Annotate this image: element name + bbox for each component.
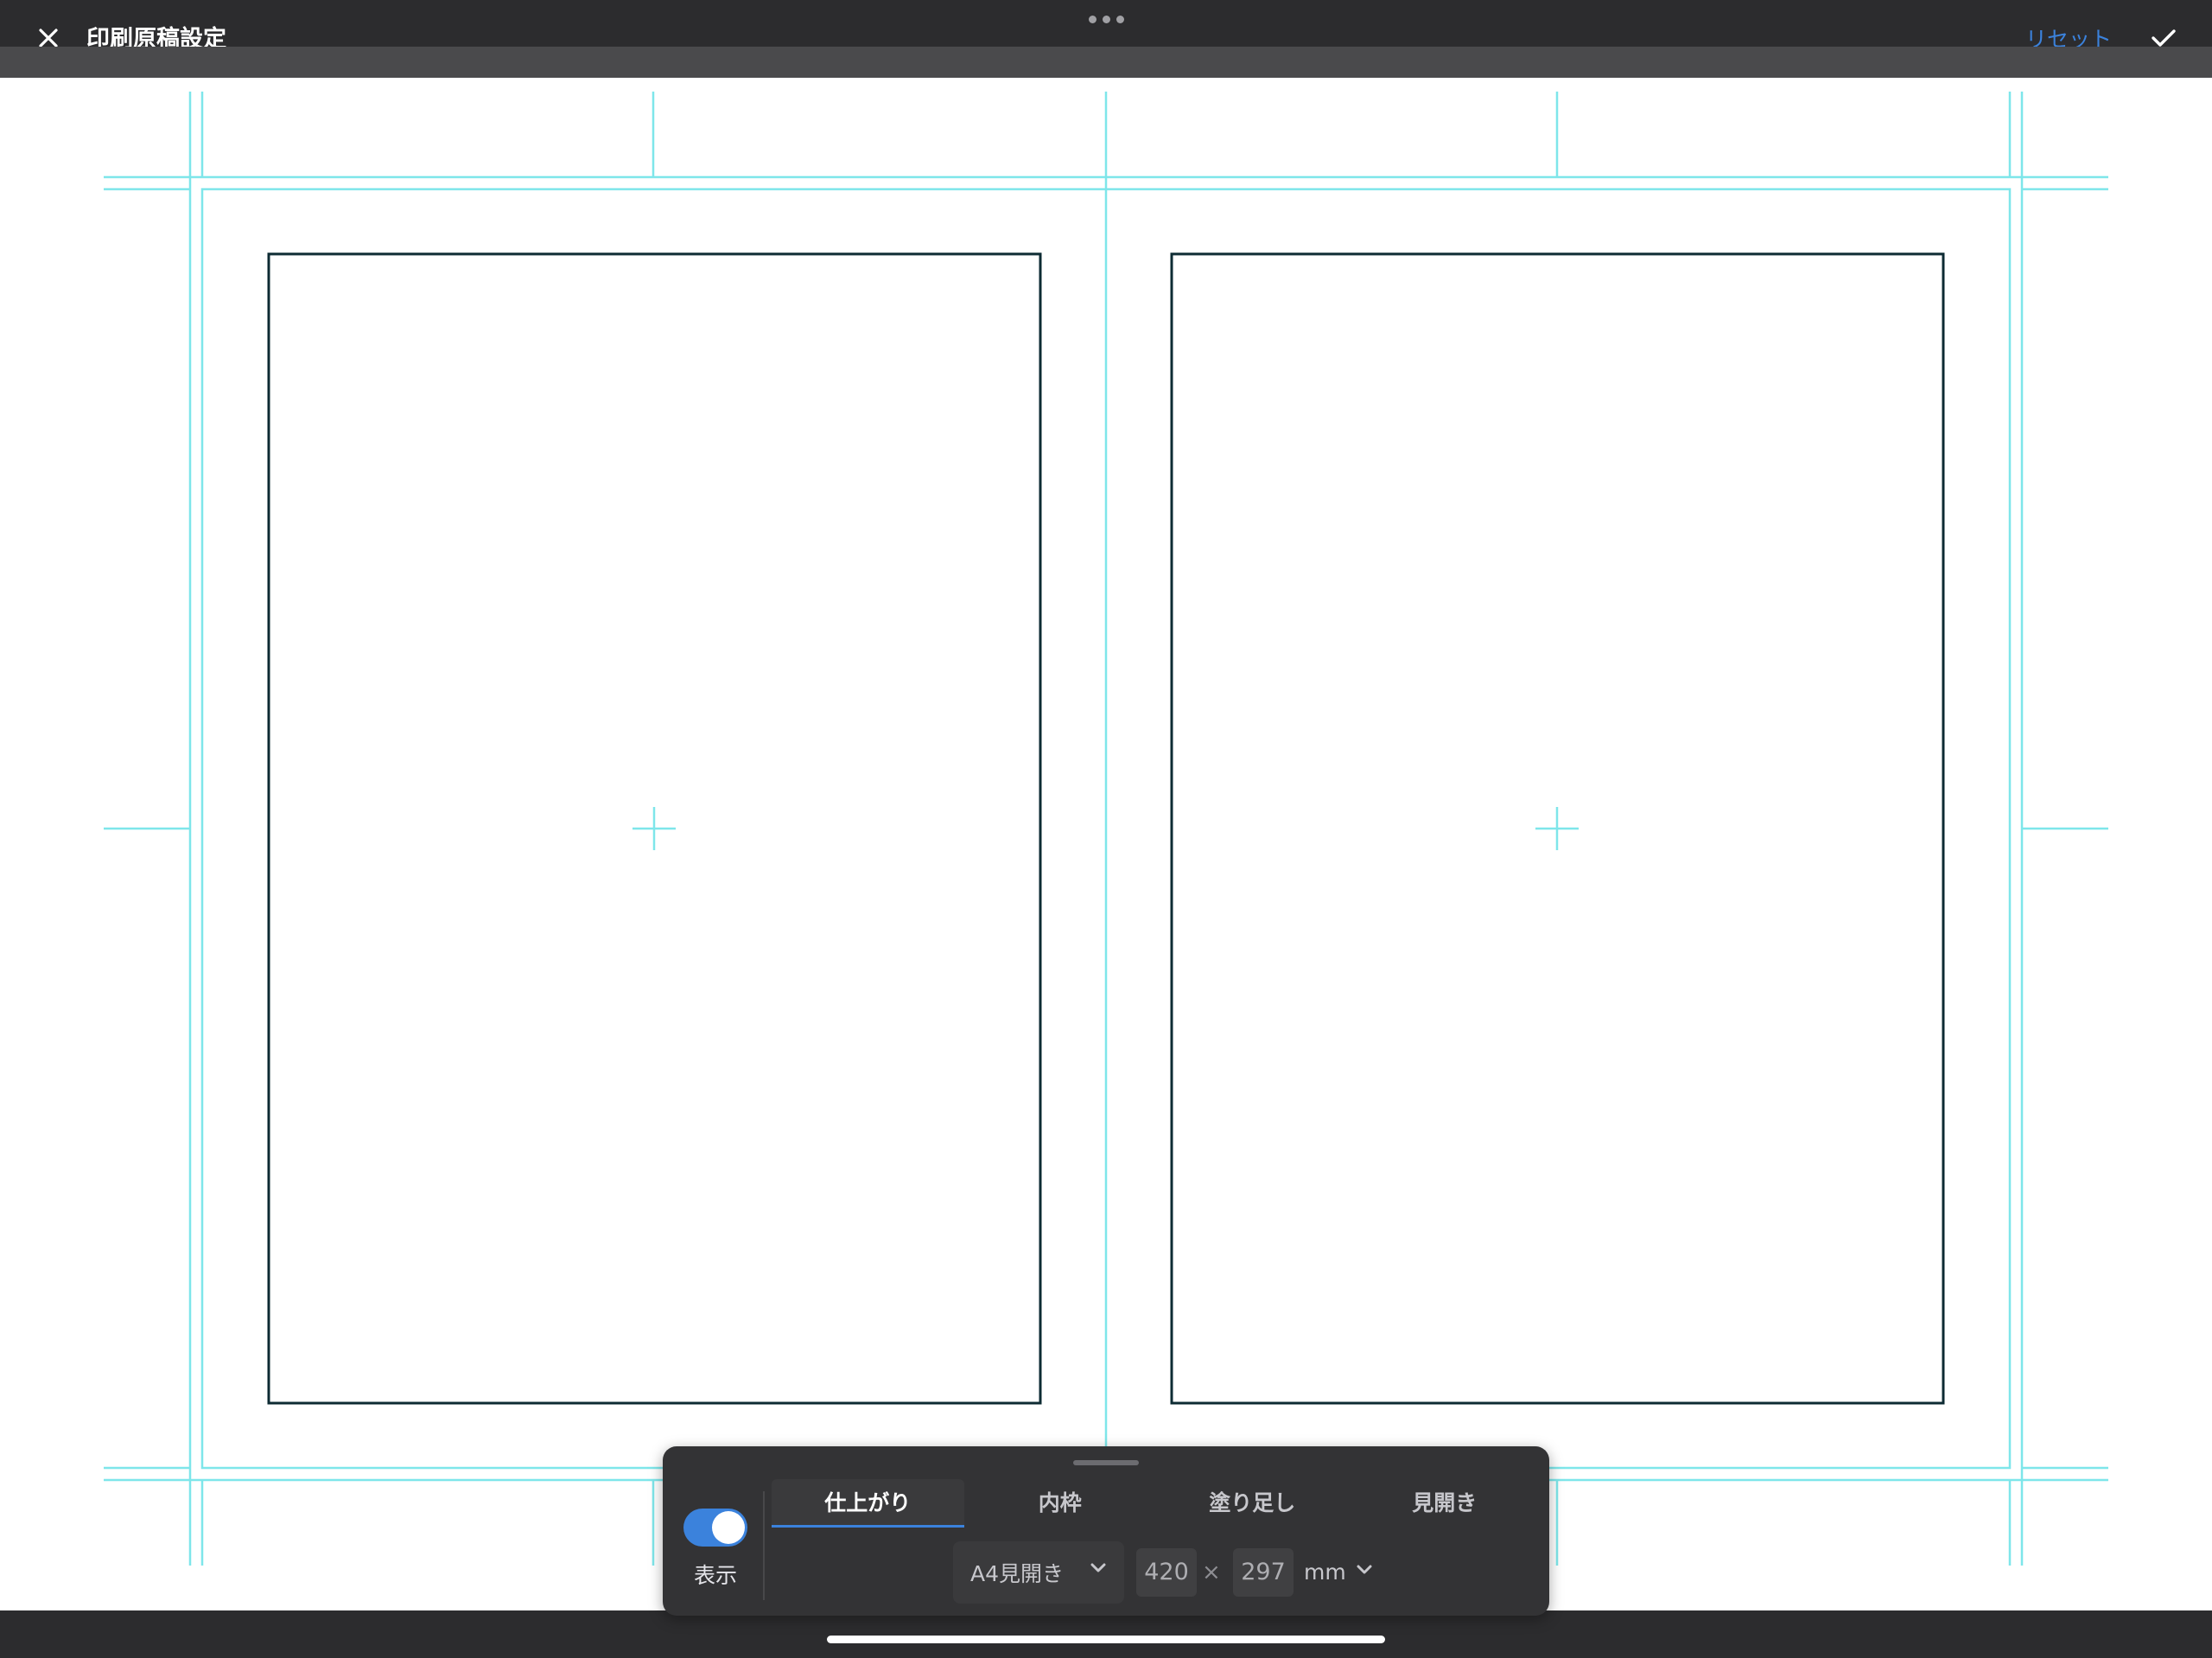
system-bottom-bar	[0, 1610, 2212, 1658]
home-indicator[interactable]	[827, 1636, 1385, 1643]
frame-tabs: 仕上がり 内枠 塗り足し 見開き	[772, 1479, 1541, 1529]
more-dots-icon[interactable]	[1085, 10, 1127, 28]
panel-drag-handle[interactable]	[1073, 1460, 1139, 1465]
chevron-down-icon	[1357, 1565, 1372, 1574]
times-sign: ×	[1202, 1560, 1221, 1585]
display-toggle[interactable]	[683, 1509, 747, 1547]
display-toggle-label: 表示	[693, 1563, 737, 1588]
top-toolbar: 印刷原稿設定 リセット	[0, 0, 2212, 53]
unit-select[interactable]: mm	[1304, 1548, 1382, 1597]
tab-finish[interactable]: 仕上がり	[772, 1479, 964, 1528]
print-settings-panel: 表示 仕上がり 内枠 塗り足し 見開き A4見開き 420 × 297 mm	[663, 1446, 1549, 1616]
trim-guides	[104, 92, 2108, 1581]
tab-bleed[interactable]: 塗り足し	[1156, 1479, 1349, 1528]
size-preset-value: A4見開き	[970, 1561, 1065, 1586]
size-preset-select[interactable]: A4見開き	[953, 1541, 1124, 1604]
checkmark-icon	[2152, 29, 2176, 47]
chevron-down-icon	[1090, 1563, 1106, 1572]
tab-inner-frame[interactable]: 内枠	[964, 1479, 1157, 1528]
toolbar-shadow-strip	[0, 47, 2212, 78]
unit-value: mm	[1304, 1560, 1346, 1585]
close-icon	[39, 29, 58, 48]
toggle-knob	[712, 1511, 745, 1544]
height-field[interactable]: 297	[1233, 1548, 1294, 1597]
print-canvas[interactable]	[0, 78, 2212, 1610]
width-field[interactable]: 420	[1136, 1548, 1197, 1597]
panel-divider	[763, 1491, 765, 1600]
tab-spread[interactable]: 見開き	[1349, 1479, 1541, 1528]
